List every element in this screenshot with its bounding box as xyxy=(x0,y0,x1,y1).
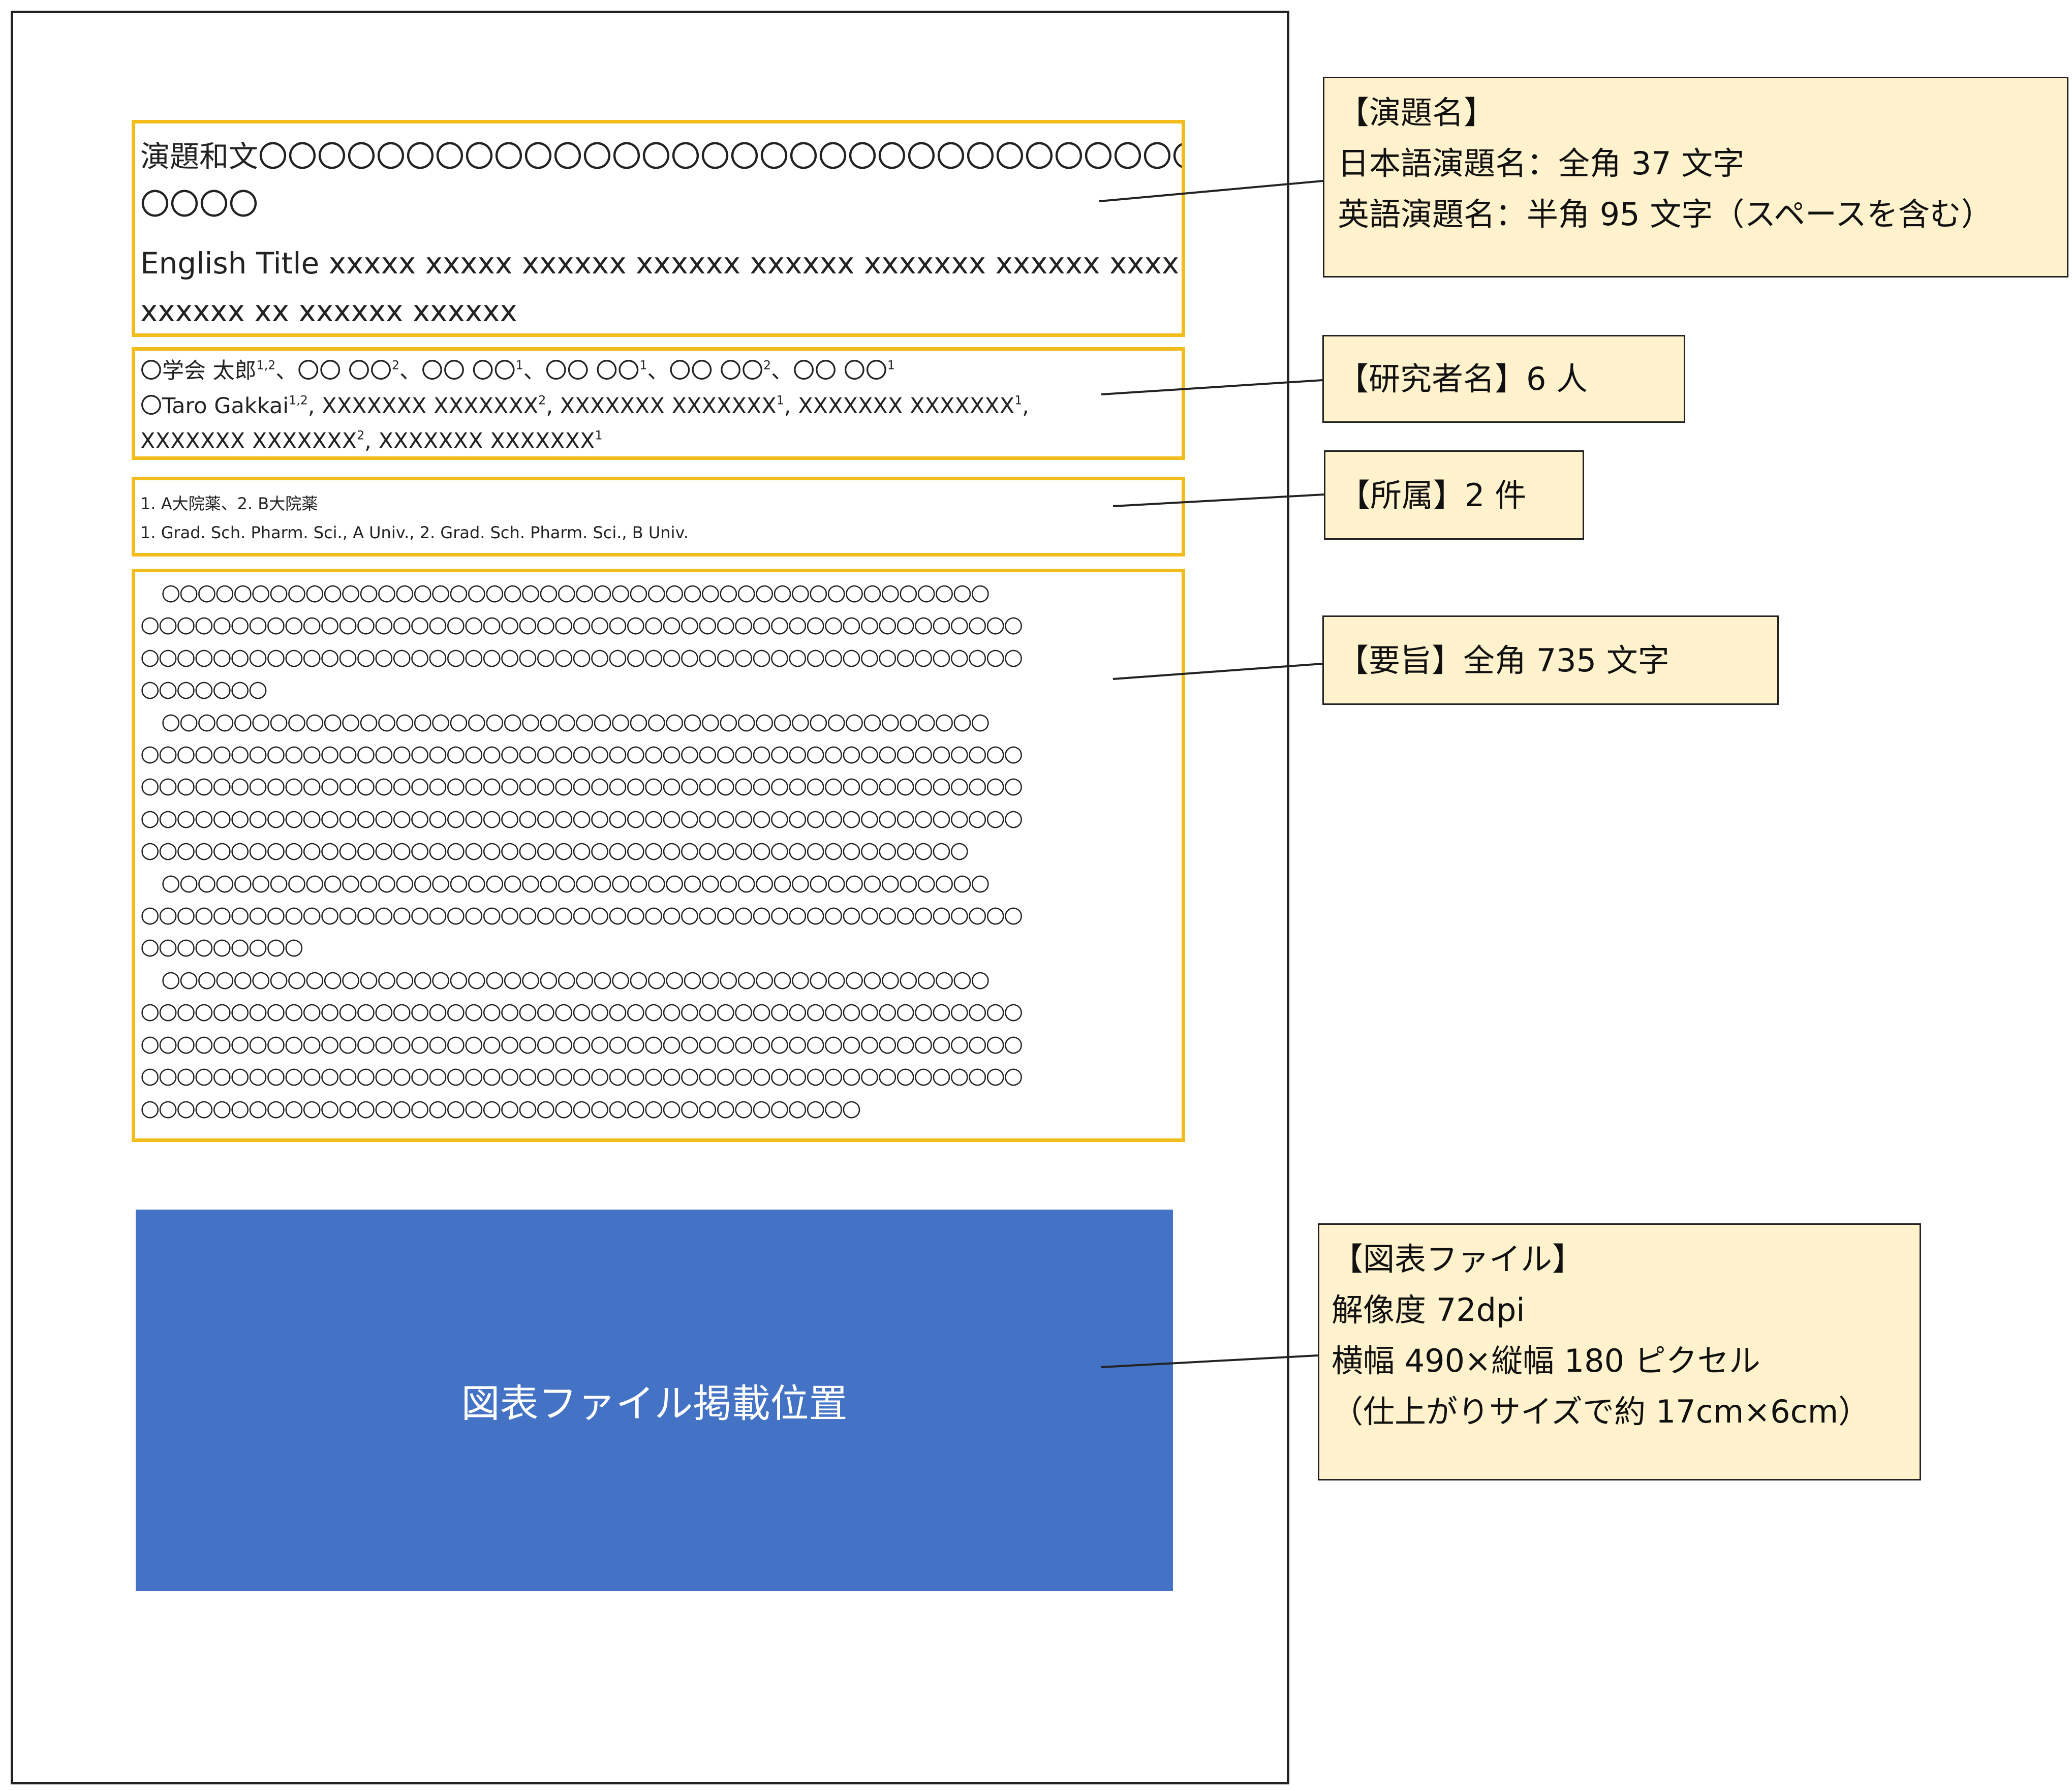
note-affiliation: 【所属】2 件 xyxy=(1324,450,1584,540)
leader-abstract xyxy=(1112,663,1323,680)
leader-affiliation xyxy=(1112,493,1324,507)
leader-figure xyxy=(1101,1354,1318,1368)
leader-title xyxy=(1099,180,1323,202)
note-figure: 【図表ファイル】 解像度 72dpi 横幅 490×縦幅 180 ピクセル （仕… xyxy=(1318,1223,1921,1480)
note-title: 【演題名】 日本語演題名：全角 37 文字 英語演題名：半角 95 文字（スペー… xyxy=(1323,77,2068,277)
note-authors: 【研究者名】6 人 xyxy=(1322,335,1685,423)
note-abstract: 【要旨】全角 735 文字 xyxy=(1322,615,1779,705)
leader-authors xyxy=(1101,379,1323,395)
